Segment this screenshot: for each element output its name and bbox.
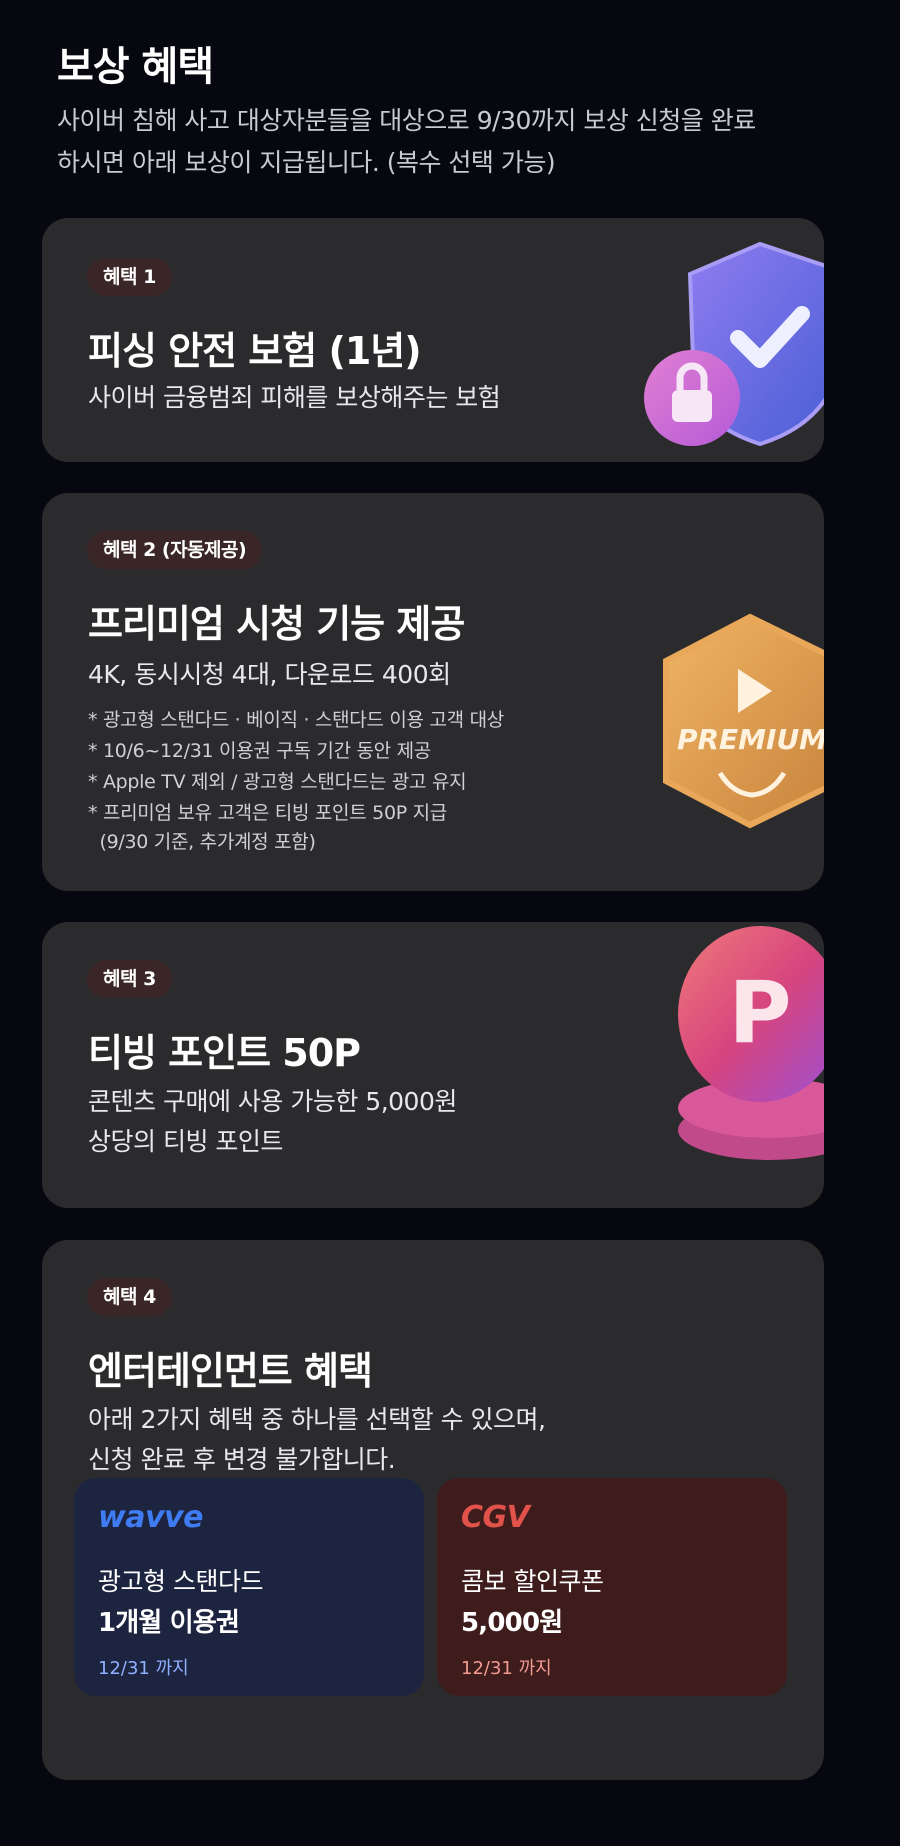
shield-lock-icon <box>642 228 824 458</box>
desc-line: 4K, 동시시청 4대, 다운로드 400회 <box>88 660 451 689</box>
benefit-title: 티빙 포인트 50P <box>88 1031 361 1075</box>
cgv-logo: CGV <box>461 1500 530 1535</box>
wavve-logo: wavve <box>98 1500 203 1535</box>
note-3: * Apple TV 제외 / 광고형 스탠다드는 광고 유지 <box>88 771 467 793</box>
benefit-desc: 4K, 동시시청 4대, 다운로드 400회 <box>88 655 451 695</box>
benefit-badge: 혜택 4 <box>87 1278 172 1316</box>
note-4: * 프리미엄 보유 고객은 티빙 포인트 50P 지급 <box>88 802 447 824</box>
benefit-desc: 콘텐츠 구매에 사용 가능한 5,000원 상당의 티빙 포인트 <box>88 1082 457 1162</box>
benefit-card-3: 혜택 3 티빙 포인트 50P 콘텐츠 구매에 사용 가능한 5,000원 상당… <box>42 922 824 1208</box>
desc-line: 상당의 티빙 포인트 <box>88 1127 283 1156</box>
option-line-2: 5,000원 <box>461 1608 563 1638</box>
desc-line: 신청 완료 후 변경 불가합니다. <box>88 1445 396 1474</box>
benefit-desc: 사이버 금융범죄 피해를 보상해주는 보험 <box>88 378 501 418</box>
note-5: (9/30 기준, 추가계정 포함) <box>88 831 316 853</box>
benefit-badge: 혜택 1 <box>87 258 172 296</box>
benefit-title: 피싱 안전 보험 (1년) <box>88 329 422 373</box>
benefit-card-2: 혜택 2 (자동제공) 프리미엄 시청 기능 제공 4K, 동시시청 4대, 다… <box>42 493 824 891</box>
note-1: * 광고형 스탠다드 · 베이직 · 스탠다드 이용 고객 대상 <box>88 709 504 731</box>
benefit-card-1: 혜택 1 피싱 안전 보험 (1년) 사이버 금융범죄 피해를 보상해주는 보험 <box>42 218 824 462</box>
option-date: 12/31 까지 <box>461 1658 552 1679</box>
option-date: 12/31 까지 <box>98 1658 189 1679</box>
option-line-1: 광고형 스탠다드 <box>98 1567 263 1596</box>
page-title: 보상 혜택 <box>57 44 214 90</box>
intro-line-1: 사이버 침해 사고 대상자분들을 대상으로 9/30까지 보상 신청을 완료 <box>57 106 756 135</box>
point-coin-label: P <box>728 963 791 1063</box>
benefit-title: 프리미엄 시청 기능 제공 <box>88 602 465 646</box>
desc-line: 사이버 금융범죄 피해를 보상해주는 보험 <box>88 383 501 412</box>
option-wavve[interactable]: wavve 광고형 스탠다드 1개월 이용권 12/31 까지 <box>74 1478 424 1696</box>
option-line-2: 1개월 이용권 <box>98 1608 240 1638</box>
desc-line: 콘텐츠 구매에 사용 가능한 5,000원 <box>88 1087 457 1116</box>
benefit-title: 엔터테인먼트 혜택 <box>88 1349 373 1393</box>
benefit-desc: 아래 2가지 혜택 중 하나를 선택할 수 있으며, 신청 완료 후 변경 불가… <box>88 1400 546 1480</box>
intro-text: 사이버 침해 사고 대상자분들을 대상으로 9/30까지 보상 신청을 완료 하… <box>57 100 837 184</box>
benefit-badge: 혜택 3 <box>87 960 172 998</box>
point-coin-icon: P <box>660 922 824 1172</box>
intro-line-2: 하시면 아래 보상이 지급됩니다. (복수 선택 가능) <box>57 148 556 177</box>
option-line-1: 콤보 할인쿠폰 <box>461 1567 604 1596</box>
desc-line: 아래 2가지 혜택 중 하나를 선택할 수 있으며, <box>88 1405 546 1434</box>
benefit-badge: 혜택 2 (자동제공) <box>87 531 263 569</box>
note-2: * 10/6~12/31 이용권 구독 기간 동안 제공 <box>88 740 431 762</box>
premium-label: PREMIUM <box>677 723 824 756</box>
premium-badge-icon: PREMIUM <box>660 611 824 851</box>
option-cgv[interactable]: CGV 콤보 할인쿠폰 5,000원 12/31 까지 <box>437 1478 787 1696</box>
